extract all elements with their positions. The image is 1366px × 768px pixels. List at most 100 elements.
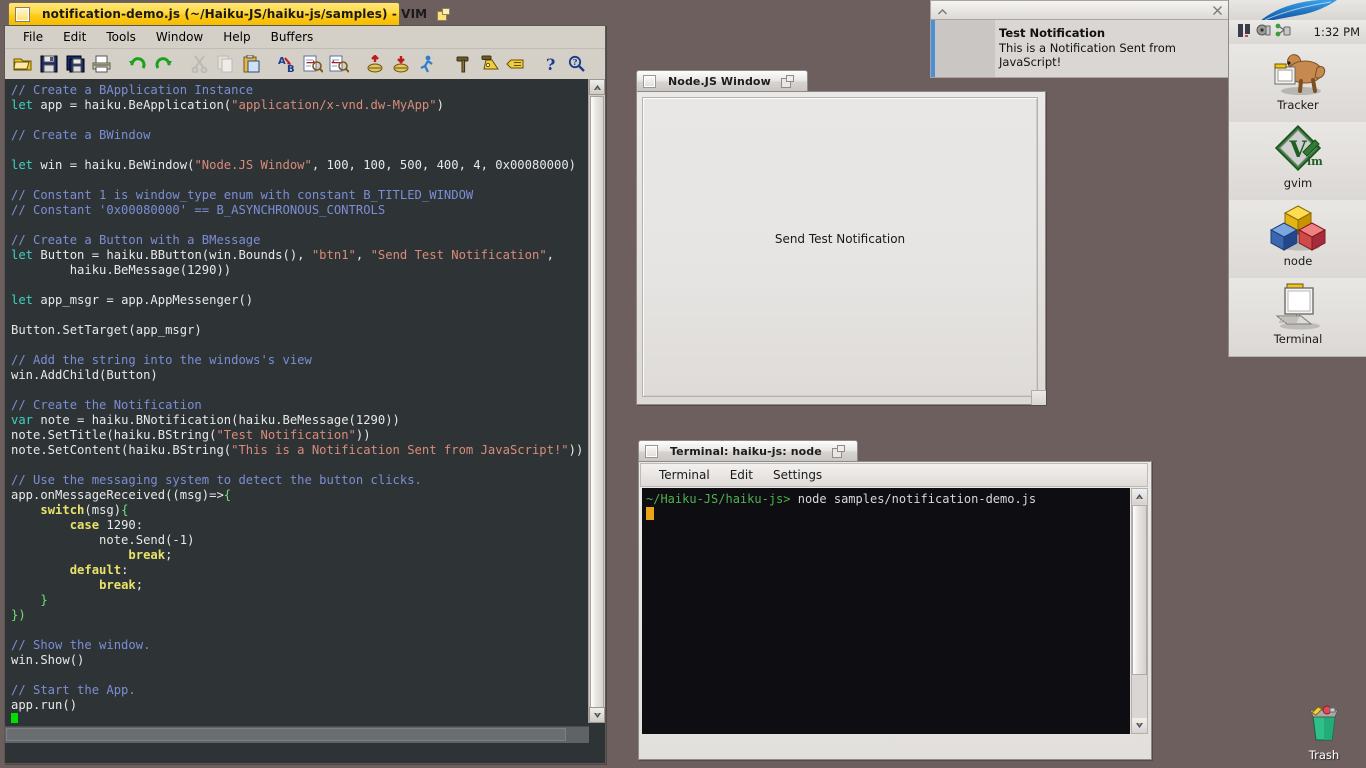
terminal-titlebar[interactable]: Terminal: haiku-js: node (638, 440, 858, 462)
vim-titlebar[interactable]: notification-demo.js (~/Haiku-JS/haiku-j… (8, 2, 451, 26)
code-line: switch(msg){ (40, 503, 129, 517)
code-line: Button.SetTarget(app_msgr) (11, 323, 202, 337)
zoom-icon[interactable] (831, 445, 846, 458)
code-line: // Create a BApplication Instance (11, 83, 254, 97)
vim-horizontal-scrollbar[interactable] (5, 726, 589, 743)
menu-buffers[interactable]: Buffers (261, 28, 324, 46)
zoom-icon[interactable] (780, 75, 795, 88)
save-session-icon[interactable] (389, 52, 413, 76)
paste-icon[interactable] (239, 52, 263, 76)
find-help-icon[interactable]: ? (565, 52, 589, 76)
terminal-menu-settings[interactable]: Settings (763, 466, 832, 484)
terminal-window: Terminal: haiku-js: node Terminal Edit S… (638, 440, 1152, 760)
close-icon[interactable] (645, 445, 658, 458)
code-line: app.onMessageReceived((msg)=>{ (11, 488, 232, 502)
scroll-down-arrow-icon[interactable] (1132, 718, 1147, 733)
scroll-down-arrow-icon[interactable] (589, 707, 605, 723)
trash-desktop-icon[interactable]: Trash (1293, 700, 1355, 762)
node-window-title: Node.JS Window (668, 75, 771, 88)
help-icon[interactable]: ? (539, 52, 563, 76)
build-tags-icon[interactable] (477, 52, 501, 76)
scroll-up-arrow-icon[interactable] (1132, 489, 1147, 504)
code-line: // Create a Button with a BMessage (11, 233, 261, 247)
code-line: win.Show() (11, 653, 85, 667)
code-line: break; (99, 578, 144, 592)
dock-item-node[interactable]: node (1228, 200, 1366, 279)
code-line: default: (69, 563, 129, 577)
apps-indicator-icon[interactable] (1237, 23, 1253, 42)
find-next-icon[interactable] (301, 52, 325, 76)
code-line: case 1290: (69, 518, 144, 532)
code-line: note.SetContent(haiku.BString("This is a… (11, 443, 584, 457)
dock-item-tracker[interactable]: Tracker (1228, 44, 1366, 123)
close-icon[interactable] (1212, 1, 1223, 20)
save-all-icon[interactable] (63, 52, 87, 76)
close-icon[interactable] (15, 6, 30, 22)
vim-code[interactable]: // Create a BApplication Instance let app… (5, 79, 589, 723)
notification-titlebar[interactable] (930, 0, 1230, 20)
vim-text-area[interactable]: // Create a BApplication Instance let app… (5, 79, 605, 763)
terminal-menu-terminal[interactable]: Terminal (649, 466, 720, 484)
notification-content: This is a Notification Sent from JavaScr… (999, 41, 1176, 69)
code-line: let app_msgr = app.AppMessenger() (11, 293, 254, 307)
code-line: win.AddChild(Button) (11, 368, 158, 382)
media-icon[interactable] (1256, 23, 1271, 42)
zoom-icon[interactable] (437, 7, 451, 21)
dock-item-terminal[interactable]: Terminal (1228, 278, 1366, 357)
copy-icon[interactable] (213, 52, 237, 76)
menu-tools[interactable]: Tools (96, 28, 146, 46)
chevron-up-icon[interactable] (937, 1, 948, 20)
menu-window[interactable]: Window (146, 28, 213, 46)
redo-icon[interactable] (151, 52, 175, 76)
terminal-vertical-scrollbar[interactable] (1131, 488, 1148, 734)
code-line: let win = haiku.BeWindow("Node.JS Window… (11, 158, 577, 172)
make-icon[interactable] (451, 52, 475, 76)
print-icon[interactable] (89, 52, 113, 76)
svg-text:?: ? (573, 57, 578, 67)
network-icon[interactable] (1274, 23, 1291, 42)
svg-text:A: A (278, 56, 286, 67)
node-js-window: Node.JS Window Send Test Notification (636, 70, 1046, 405)
node-window-resize-handle[interactable] (1031, 390, 1046, 405)
desktop: notification-demo.js (~/Haiku-JS/haiku-j… (0, 0, 1366, 768)
open-folder-icon[interactable] (11, 52, 35, 76)
notification-text: Test Notification This is a Notification… (995, 20, 1229, 77)
deskbar-clock[interactable]: 1:32 PM (1314, 25, 1360, 39)
scroll-up-arrow-icon[interactable] (589, 79, 605, 95)
code-line: // Use the messaging system to detect th… (11, 473, 422, 487)
dock-label-terminal: Terminal (1273, 332, 1323, 346)
send-test-notification-button[interactable]: Send Test Notification (643, 98, 1037, 396)
menu-file[interactable]: File (13, 28, 53, 46)
notification-body[interactable]: Test Notification This is a Notification… (930, 20, 1230, 78)
dock-item-gvim[interactable]: V im gvim (1228, 122, 1366, 201)
notification-popup[interactable]: Test Notification This is a Notification… (930, 0, 1230, 78)
save-icon[interactable] (37, 52, 61, 76)
code-line: let Button = haiku.BButton(win.Bounds(),… (11, 248, 555, 262)
node-window-titlebar[interactable]: Node.JS Window (636, 70, 808, 92)
run-script-icon[interactable] (415, 52, 439, 76)
deskbar-leaf-button[interactable] (1228, 0, 1366, 21)
vim-vertical-scrollbar[interactable] (588, 79, 605, 723)
terminal-icon (1267, 280, 1329, 332)
terminal-menu-edit[interactable]: Edit (720, 466, 763, 484)
node-window-client-area: Send Test Notification (642, 97, 1038, 397)
cut-icon[interactable] (187, 52, 211, 76)
code-line: // Add the string into the windows's vie… (11, 353, 312, 367)
terminal-screen[interactable]: ~/Haiku-JS/haiku-js> node samples/notifi… (642, 488, 1130, 734)
undo-icon[interactable] (125, 52, 149, 76)
find-previous-icon[interactable] (327, 52, 351, 76)
load-session-icon[interactable] (363, 52, 387, 76)
vim-scroll-thumb[interactable] (590, 96, 604, 716)
terminal-scroll-thumb[interactable] (1132, 505, 1147, 675)
menu-edit[interactable]: Edit (53, 28, 96, 46)
find-replace-icon[interactable]: AB (275, 52, 299, 76)
vim-hscroll-thumb[interactable] (6, 728, 566, 741)
jump-to-tag-icon[interactable] (503, 52, 527, 76)
menu-help[interactable]: Help (213, 28, 260, 46)
close-icon[interactable] (643, 75, 656, 88)
